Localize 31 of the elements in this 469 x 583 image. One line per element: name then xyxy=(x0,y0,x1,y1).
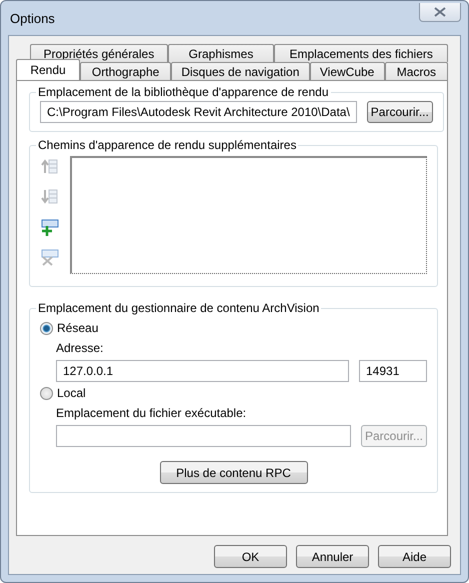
tab[interactable]: Propriétés générales xyxy=(30,44,168,62)
tab[interactable]: Emplacements des fichiers xyxy=(274,44,448,62)
group-title: Emplacement du gestionnaire de contenu ArchVision xyxy=(37,301,320,315)
tab[interactable]: Rendu xyxy=(16,59,80,80)
radio-label: Local xyxy=(57,386,86,400)
window-title: Options xyxy=(9,10,55,26)
dialog-button[interactable]: Aide xyxy=(378,545,451,568)
dialog-button[interactable]: OK xyxy=(214,545,287,568)
tab[interactable]: ViewCube xyxy=(310,62,385,80)
browse-button[interactable]: Parcourir... xyxy=(366,101,433,123)
close-button[interactable] xyxy=(419,2,461,22)
group-title: Emplacement de la bibliothèque d'apparence de rendu xyxy=(37,85,330,99)
radio-button[interactable] xyxy=(40,386,53,400)
more-content-button[interactable]: Plus de contenu RPC xyxy=(160,461,308,484)
path-list[interactable] xyxy=(70,156,427,274)
tab[interactable]: Orthographe xyxy=(80,62,172,80)
port-field[interactable]: 14931 xyxy=(359,360,427,382)
field-label: Emplacement du fichier exécutable: xyxy=(56,406,248,420)
dialog-button[interactable]: Annuler xyxy=(296,545,369,568)
tab[interactable]: Graphismes xyxy=(168,44,274,62)
path-field[interactable]: C:\Program Files\Autodesk Revit Architecture 2010\Data\ xyxy=(40,101,357,123)
radio-button[interactable] xyxy=(40,322,53,334)
close-icon xyxy=(434,6,446,16)
tab[interactable]: Disques de navigation xyxy=(171,62,310,80)
address-field[interactable]: 127.0.0.1 xyxy=(56,360,349,382)
executable-field[interactable] xyxy=(56,425,351,447)
add-icon[interactable] xyxy=(40,218,60,236)
field-label: Adresse: xyxy=(56,341,104,355)
radio-label: Réseau xyxy=(57,321,98,335)
group-title: Chemins d'apparence de rendu supplémentaires xyxy=(37,138,298,152)
tab[interactable]: Macros xyxy=(384,62,448,80)
